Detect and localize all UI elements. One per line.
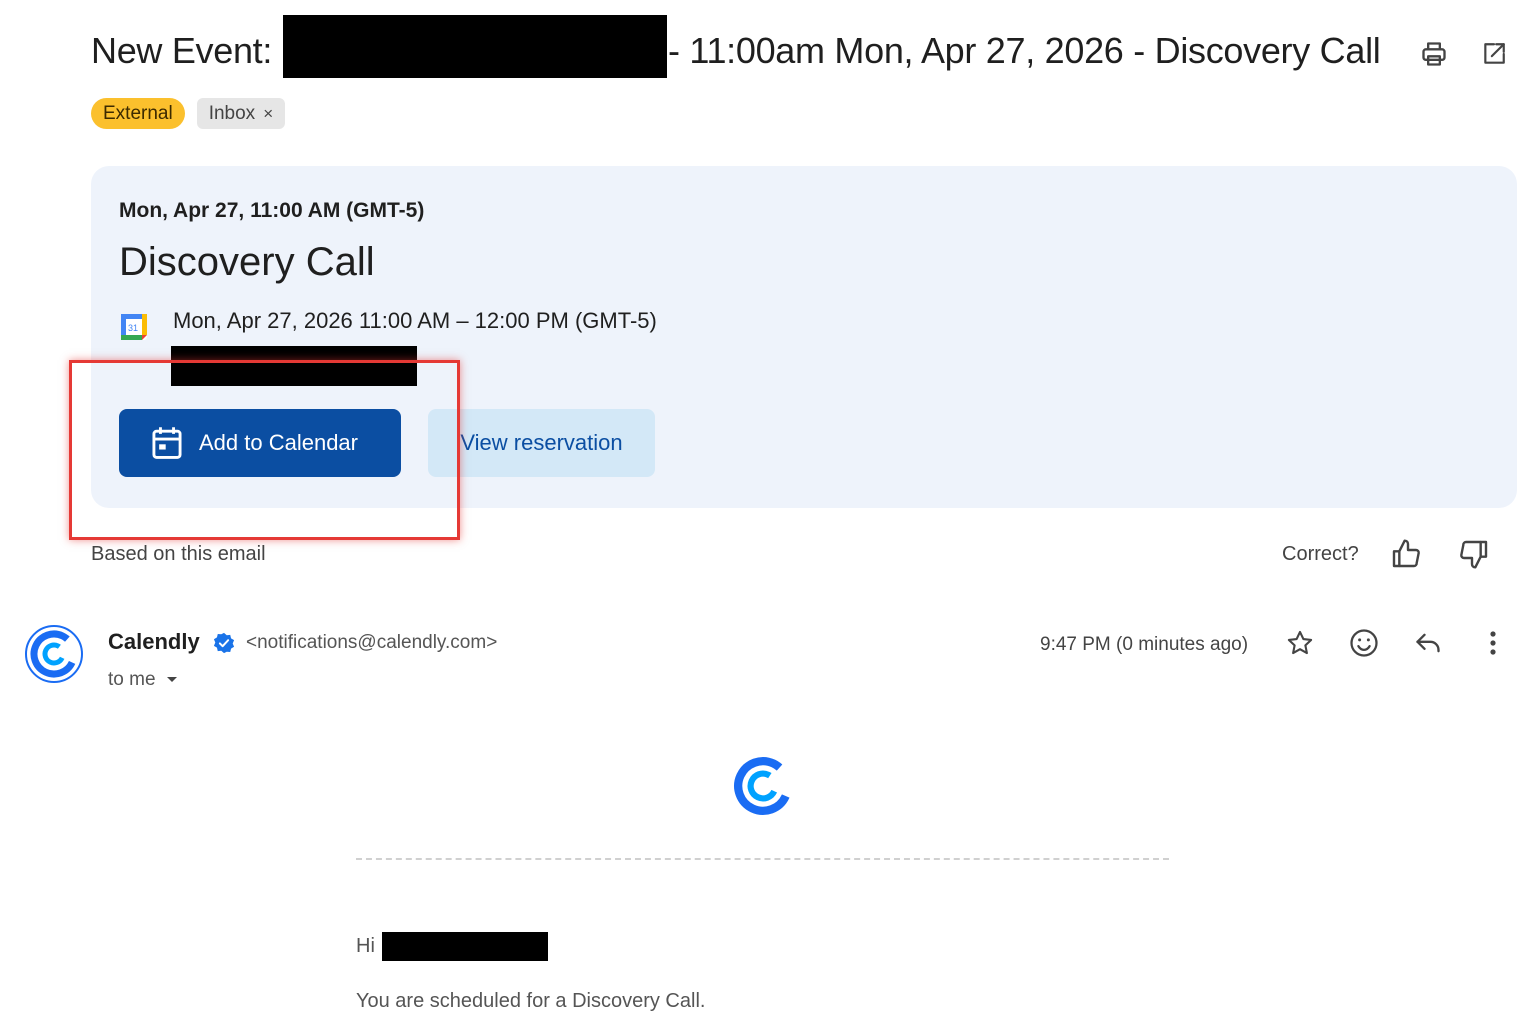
add-to-calendar-label: Add to Calendar (199, 430, 358, 455)
greeting: Hi (356, 935, 375, 957)
remove-label-icon[interactable]: × (263, 104, 273, 124)
view-reservation-button[interactable]: View reservation (428, 409, 655, 477)
calendar-icon (152, 427, 182, 459)
chevron-down-icon (166, 677, 177, 682)
calendly-avatar (25, 625, 83, 683)
event-date-line: Mon, Apr 27, 11:00 AM (GMT-5) (119, 199, 425, 222)
correct-question: Correct? (1282, 543, 1359, 565)
recipient-toggle[interactable]: to me (108, 669, 178, 691)
sender-name: Calendly (108, 629, 200, 654)
event-title: Discovery Call (119, 240, 375, 284)
google-calendar-icon: 31 (121, 314, 147, 340)
sender-email: <notifications@calendly.com> (246, 632, 498, 653)
add-to-calendar-button[interactable]: Add to Calendar (119, 409, 401, 477)
thumbs-down-icon[interactable] (1458, 538, 1490, 570)
redacted-subject-name (283, 15, 667, 78)
label-inbox-text: Inbox (208, 102, 256, 124)
print-icon[interactable] (1420, 40, 1448, 68)
message-timestamp: 9:47 PM (0 minutes ago) (1040, 634, 1249, 655)
scheduled-text: You are scheduled for a Discovery Call. (356, 990, 706, 1012)
label-inbox[interactable]: Inbox × (196, 98, 286, 129)
subject-suffix: - 11:00am Mon, Apr 27, 2026 - Discovery … (668, 30, 1381, 71)
view-reservation-label: View reservation (460, 430, 623, 455)
event-time-range: Mon, Apr 27, 2026 11:00 AM – 12:00 PM (G… (173, 308, 657, 333)
body-divider (356, 858, 1169, 860)
open-in-new-window-icon[interactable] (1480, 40, 1508, 68)
subject-prefix: New Event: (91, 30, 273, 71)
label-external[interactable]: External (91, 98, 185, 129)
verified-badge-icon (213, 632, 235, 654)
emoji-icon[interactable] (1348, 627, 1380, 659)
based-on-email-text: Based on this email (91, 543, 266, 565)
label-chips: External Inbox × (91, 98, 286, 129)
reply-icon[interactable] (1412, 627, 1444, 659)
redacted-recipient-name (382, 932, 548, 961)
event-card: Mon, Apr 27, 11:00 AM (GMT-5) Discovery … (91, 166, 1517, 508)
thumbs-up-icon[interactable] (1390, 538, 1422, 570)
star-icon[interactable] (1284, 627, 1316, 659)
redacted-location (171, 346, 417, 386)
more-vert-icon[interactable] (1477, 627, 1509, 659)
calendly-logo (734, 757, 792, 815)
svg-text:31: 31 (128, 323, 138, 333)
to-me-label: to me (108, 669, 156, 690)
